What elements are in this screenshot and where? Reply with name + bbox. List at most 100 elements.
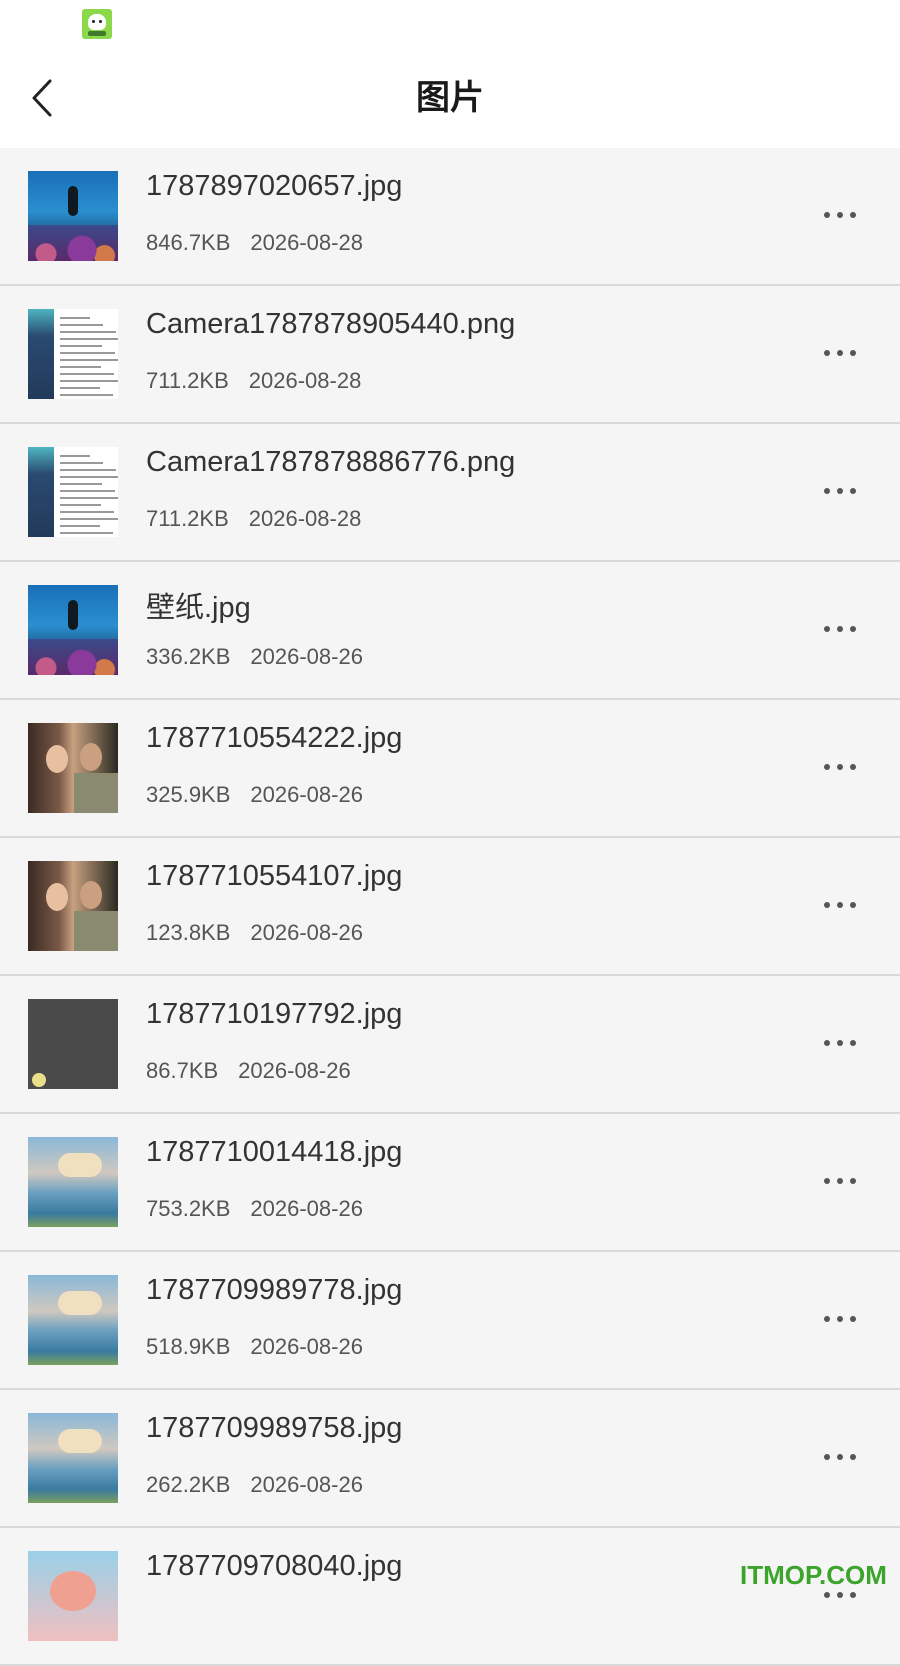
file-size: 711.2KB: [146, 368, 229, 393]
more-horizontal-icon: [837, 1316, 843, 1322]
file-list-item[interactable]: 1787897020657.jpg 846.7KB 2026-08-28: [0, 148, 900, 286]
more-horizontal-icon: [824, 902, 830, 908]
more-horizontal-icon: [850, 212, 856, 218]
file-name: 1787710197792.jpg: [146, 998, 403, 1030]
more-options-button[interactable]: [818, 338, 862, 368]
file-list-item[interactable]: 1787709708040.jpg: [0, 1528, 900, 1666]
more-horizontal-icon: [824, 488, 830, 494]
file-list: 1787897020657.jpg 846.7KB 2026-08-28 Camera…: [0, 148, 900, 1666]
file-list-item[interactable]: 1787710014418.jpg 753.2KB 2026-08-26: [0, 1114, 900, 1252]
more-options-button[interactable]: [818, 890, 862, 920]
file-list-item[interactable]: 1787710554107.jpg 123.8KB 2026-08-26: [0, 838, 900, 976]
more-horizontal-icon: [837, 488, 843, 494]
more-horizontal-icon: [824, 1040, 830, 1046]
more-options-button[interactable]: [818, 476, 862, 506]
more-horizontal-icon: [824, 212, 830, 218]
more-horizontal-icon: [824, 1178, 830, 1184]
more-horizontal-icon: [837, 1454, 843, 1460]
more-horizontal-icon: [824, 350, 830, 356]
file-size: 846.7KB: [146, 230, 231, 255]
more-options-button[interactable]: [818, 200, 862, 230]
file-thumbnail: [28, 585, 118, 675]
file-size: 123.8KB: [146, 920, 231, 945]
more-horizontal-icon: [824, 764, 830, 770]
file-list-item[interactable]: 壁纸.jpg 336.2KB 2026-08-26: [0, 562, 900, 700]
header: 图片: [0, 48, 900, 148]
file-size: 325.9KB: [146, 782, 231, 807]
file-thumbnail: [28, 1413, 118, 1503]
more-horizontal-icon: [850, 1454, 856, 1460]
more-horizontal-icon: [850, 350, 856, 356]
file-thumbnail: [28, 447, 118, 537]
back-button[interactable]: [22, 74, 62, 122]
more-horizontal-icon: [850, 764, 856, 770]
more-horizontal-icon: [837, 1178, 843, 1184]
file-thumbnail: [28, 861, 118, 951]
more-options-button[interactable]: [818, 1166, 862, 1196]
file-thumbnail: [28, 171, 118, 261]
file-date: 2026-08-26: [250, 920, 363, 945]
file-list-item[interactable]: Camera1787878886776.png 711.2KB 2026-08-28: [0, 424, 900, 562]
more-horizontal-icon: [837, 350, 843, 356]
more-options-button[interactable]: [818, 1442, 862, 1472]
more-options-button[interactable]: [818, 752, 862, 782]
file-meta: 711.2KB 2026-08-28: [146, 368, 361, 394]
more-horizontal-icon: [837, 626, 843, 632]
more-options-button[interactable]: [818, 614, 862, 644]
more-horizontal-icon: [837, 212, 843, 218]
file-thumbnail: [28, 1137, 118, 1227]
file-thumbnail: [28, 309, 118, 399]
file-size: 86.7KB: [146, 1058, 219, 1083]
more-horizontal-icon: [837, 902, 843, 908]
file-size: 518.9KB: [146, 1334, 231, 1359]
file-name: 1787710554107.jpg: [146, 860, 403, 892]
file-thumbnail: [28, 1551, 118, 1641]
file-date: 2026-08-26: [250, 1472, 363, 1497]
file-date: 2026-08-26: [250, 782, 363, 807]
file-thumbnail: [28, 723, 118, 813]
file-list-item[interactable]: 1787710197792.jpg 86.7KB 2026-08-26: [0, 976, 900, 1114]
file-name: 1787897020657.jpg: [146, 170, 403, 202]
file-date: 2026-08-26: [238, 1058, 351, 1083]
file-name: Camera1787878886776.png: [146, 446, 516, 478]
app-notification-icon: [82, 9, 112, 39]
file-thumbnail: [28, 999, 118, 1089]
more-horizontal-icon: [850, 488, 856, 494]
page-title: 图片: [416, 78, 484, 118]
file-name: 1787710554222.jpg: [146, 722, 403, 754]
file-thumbnail: [28, 1275, 118, 1365]
file-meta: 336.2KB 2026-08-26: [146, 644, 363, 670]
file-name: 壁纸.jpg: [146, 592, 251, 624]
watermark: ITMOP.COM: [740, 1560, 887, 1590]
more-horizontal-icon: [824, 626, 830, 632]
more-options-button[interactable]: [818, 1028, 862, 1058]
more-horizontal-icon: [824, 1316, 830, 1322]
file-meta: 123.8KB 2026-08-26: [146, 920, 363, 946]
more-horizontal-icon: [850, 1040, 856, 1046]
file-name: 1787710014418.jpg: [146, 1136, 403, 1168]
file-meta: 518.9KB 2026-08-26: [146, 1334, 363, 1360]
file-meta: 846.7KB 2026-08-28: [146, 230, 363, 256]
more-horizontal-icon: [850, 902, 856, 908]
more-horizontal-icon: [837, 764, 843, 770]
file-list-item[interactable]: 1787709989778.jpg 518.9KB 2026-08-26: [0, 1252, 900, 1390]
file-list-item[interactable]: Camera1787878905440.png 711.2KB 2026-08-28: [0, 286, 900, 424]
file-size: 753.2KB: [146, 1196, 231, 1221]
more-horizontal-icon: [824, 1592, 830, 1598]
file-meta: 753.2KB 2026-08-26: [146, 1196, 363, 1222]
file-date: 2026-08-28: [248, 368, 362, 393]
file-size: 336.2KB: [146, 644, 231, 669]
file-meta: [146, 1610, 166, 1636]
file-list-item[interactable]: 1787709989758.jpg 262.2KB 2026-08-26: [0, 1390, 900, 1528]
more-options-button[interactable]: [818, 1304, 862, 1334]
file-date: 2026-08-26: [250, 1196, 363, 1221]
file-date: 2026-08-28: [248, 506, 362, 531]
more-horizontal-icon: [850, 626, 856, 632]
file-meta: 711.2KB 2026-08-28: [146, 506, 361, 532]
more-horizontal-icon: [824, 1454, 830, 1460]
file-name: 1787709989778.jpg: [146, 1274, 403, 1306]
file-meta: 86.7KB 2026-08-26: [146, 1058, 351, 1084]
status-bar: [0, 0, 900, 48]
more-horizontal-icon: [837, 1592, 843, 1598]
file-list-item[interactable]: 1787710554222.jpg 325.9KB 2026-08-26: [0, 700, 900, 838]
